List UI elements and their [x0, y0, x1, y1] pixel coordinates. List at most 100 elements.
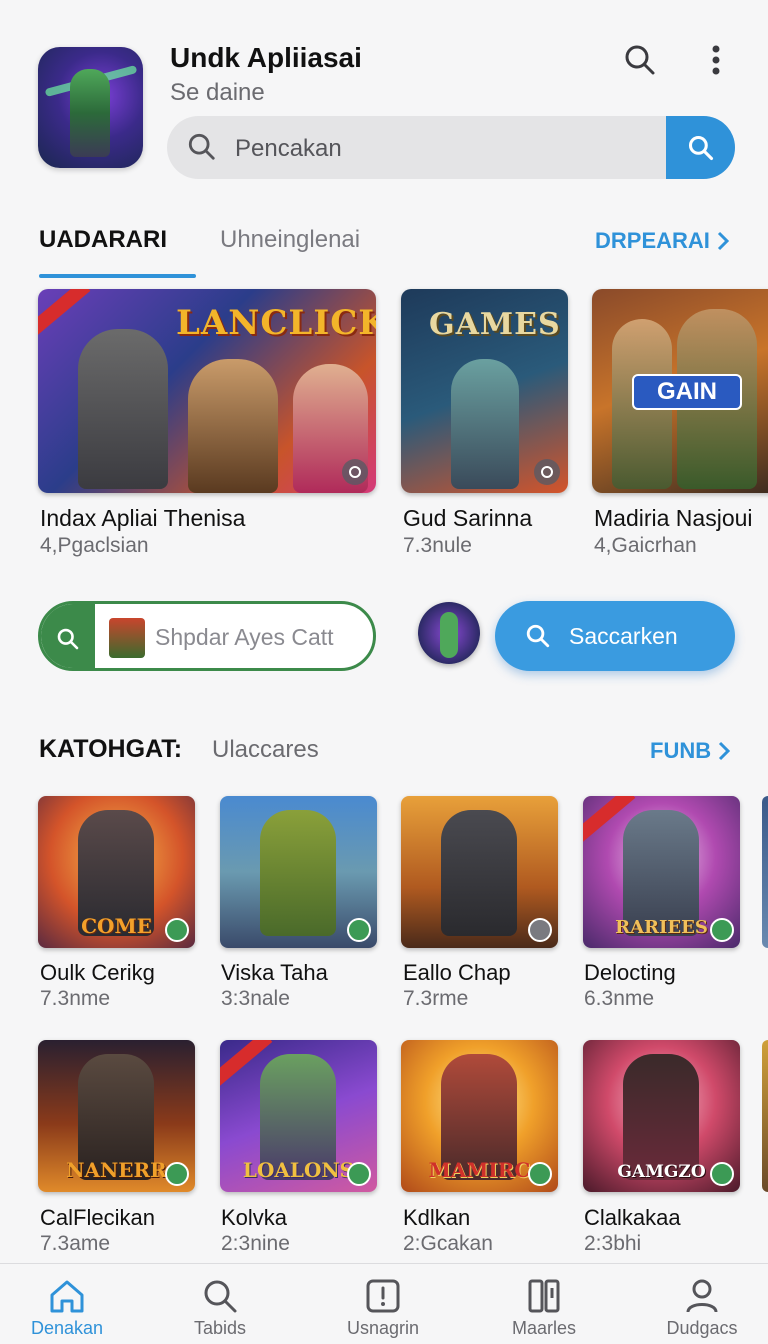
featured-card-image[interactable]: LANCLICK [38, 289, 376, 493]
tile-title: Clalkakaa [584, 1205, 681, 1230]
tile-subtitle: 2:3bhi [584, 1232, 642, 1255]
tile-title: Kdlkan [403, 1205, 471, 1230]
search-icon [204, 1280, 237, 1313]
section-see-more-label: FUNB [650, 738, 712, 763]
nav-label: Usnagrin [346, 1318, 420, 1338]
nav-label: Denakan [30, 1318, 104, 1338]
tile-subtitle: 6.3nme [584, 987, 655, 1010]
tab-uhneinglenai[interactable]: Uhneinglenai [220, 226, 360, 254]
chevron-right-icon [717, 231, 730, 251]
featured-card-subtitle: 7.3nule [403, 534, 472, 557]
app-screen: Undk Apliiasai Se daine Pencakan UADARAR… [0, 0, 768, 1344]
verified-badge-icon [710, 1162, 734, 1186]
avatar[interactable] [418, 602, 480, 664]
home-icon [50, 1280, 84, 1313]
tile-subtitle: 3:3nale [221, 987, 290, 1010]
tab-indicator [39, 274, 196, 278]
quick-search-button[interactable] [41, 604, 95, 668]
search-icon [688, 135, 713, 160]
section-subtitle: Ulaccares [212, 736, 319, 763]
game-tile[interactable]: NANERR [38, 1040, 195, 1192]
tile-subtitle: 7.3nme [40, 987, 111, 1010]
search-icon [526, 624, 550, 648]
game-tile[interactable]: LOALONS [220, 1040, 377, 1192]
featured-art-text: GAMES [429, 307, 561, 342]
featured-art-text: LANCLICK [176, 303, 376, 343]
featured-card-subtitle: 4,Pgaclsian [40, 534, 149, 557]
search-action-button[interactable]: Saccarken [495, 601, 735, 671]
nav-label: Tabids [193, 1318, 247, 1338]
character-figure [188, 359, 278, 493]
nav-label: Dudgacs [666, 1318, 738, 1338]
quick-search-pill[interactable]: Shpdar Ayes Catt [38, 601, 376, 671]
tab-uadarari[interactable]: UADARARI [39, 226, 167, 254]
search-submit-button[interactable] [666, 116, 735, 179]
bottom-navigation: Denakan Tabids Usnagrin Maarles Dudgacs [0, 1263, 768, 1344]
app-icon-hero [70, 69, 110, 157]
tile-subtitle: 7.3rme [403, 987, 469, 1010]
nav-item-search[interactable]: Tabids [145, 1264, 295, 1344]
verified-badge-icon [165, 1162, 189, 1186]
see-more-label: DRPEARAI [595, 228, 710, 253]
more-vertical-icon [712, 45, 720, 75]
game-thumbnail [109, 618, 145, 658]
search-action-label: Saccarken [569, 622, 678, 649]
settings-badge-icon [528, 918, 552, 942]
character-figure [451, 359, 519, 489]
search-icon [188, 133, 215, 160]
featured-card-title: Gud Sarinna [403, 505, 533, 531]
nav-item-home[interactable]: Denakan [0, 1264, 142, 1344]
chevron-right-icon [719, 741, 731, 761]
quick-search-input[interactable]: Shpdar Ayes Catt [155, 624, 334, 651]
search-bar[interactable]: Pencakan [167, 116, 735, 179]
nav-label: Maarles [511, 1318, 577, 1338]
tile-subtitle: 7.3ame [40, 1232, 111, 1255]
character-figure [441, 810, 517, 936]
header-search-button[interactable] [618, 38, 662, 82]
section-see-more-link[interactable]: FUNB [650, 738, 731, 764]
featured-art-text: GAIN [632, 374, 742, 410]
app-subtitle: Se daine [170, 79, 265, 106]
nav-item-profile[interactable]: Dudgacs [627, 1264, 768, 1344]
featured-card-image[interactable]: GAMES [401, 289, 568, 493]
character-figure [260, 810, 336, 936]
apps-icon [366, 1279, 400, 1313]
tile-title: CalFlecikan [40, 1205, 155, 1230]
section-title: KATOHGAT: [39, 735, 183, 763]
app-icon[interactable] [38, 47, 143, 168]
library-icon [528, 1279, 560, 1313]
game-tile[interactable] [220, 796, 377, 948]
partial-tile [762, 1040, 768, 1192]
tile-subtitle: 2:3nine [221, 1232, 290, 1255]
profile-icon [686, 1279, 718, 1313]
game-tile[interactable]: COME [38, 796, 195, 948]
tile-title: Delocting [584, 960, 676, 985]
game-tile[interactable]: GAMGZO [583, 1040, 740, 1192]
verified-badge-icon [528, 1162, 552, 1186]
nav-item-apps[interactable]: Usnagrin [308, 1264, 458, 1344]
featured-card-title: Indax Apliai Thenisa [40, 505, 246, 531]
app-title: Undk Apliiasai [170, 42, 362, 73]
game-tile[interactable] [401, 796, 558, 948]
game-tile[interactable]: MAMIRC [401, 1040, 558, 1192]
featured-card-subtitle: 4,Gaicrhan [594, 534, 697, 557]
see-more-link[interactable]: DRPEARAI [595, 228, 730, 254]
more-options-button[interactable] [694, 38, 738, 82]
settings-badge-icon [342, 459, 368, 485]
verified-badge-icon [165, 918, 189, 942]
tile-title: Oulk Cerikg [40, 960, 155, 985]
verified-badge-icon [347, 1162, 371, 1186]
featured-card-image[interactable]: GAIN [592, 289, 768, 493]
game-tile[interactable]: RARIEES [583, 796, 740, 948]
character-figure [78, 329, 168, 489]
search-icon [625, 45, 655, 75]
tile-title: Viska Taha [221, 960, 328, 985]
settings-badge-icon [534, 459, 560, 485]
tile-title: Kolvka [221, 1205, 288, 1230]
search-input[interactable]: Pencakan [235, 135, 342, 163]
verified-badge-icon [710, 918, 734, 942]
partial-tile [762, 796, 768, 948]
tile-title: Eallo Chap [403, 960, 511, 985]
nav-item-library[interactable]: Maarles [469, 1264, 619, 1344]
avatar-figure [440, 612, 458, 658]
